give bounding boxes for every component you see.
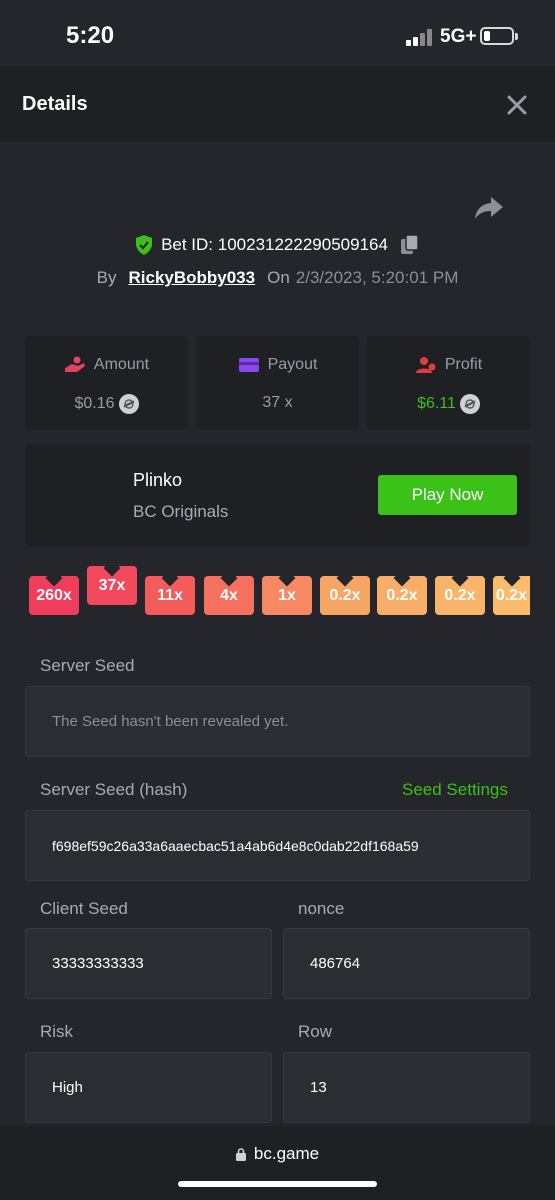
home-indicator[interactable]: [178, 1181, 377, 1187]
game-card: Plinko BC Originals Play Now: [25, 444, 530, 546]
multiplier-label: 0.2x: [386, 586, 418, 604]
server-seed-label: Server Seed: [40, 656, 135, 675]
by-label: By: [96, 268, 117, 287]
multiplier-chip: 0.2x: [435, 576, 485, 615]
amount-value: $0.16: [74, 395, 115, 412]
server-seed-hash-field[interactable]: f698ef59c26a33a6aaecbac51a4ab6d4e8c0dab2…: [25, 810, 530, 881]
multiplier-label: 1x: [278, 586, 296, 604]
game-name: Plinko: [133, 470, 183, 490]
multiplier-chip: 4x: [204, 576, 254, 615]
url-text: bc.game: [253, 1144, 320, 1163]
profit-value: $6.11: [417, 395, 456, 412]
amount-card: Amount $0.16: [25, 336, 188, 430]
multiplier-label: 0.2x: [329, 586, 361, 604]
multiplier-chip: 0.2x: [377, 576, 427, 615]
currency-coin-icon: [118, 394, 139, 414]
multiplier-label: 37x: [98, 576, 126, 594]
person-coin-icon: [415, 357, 436, 373]
payout-value: 37 x: [262, 394, 293, 411]
copy-icon[interactable]: [400, 234, 420, 256]
details-header: Details: [0, 66, 555, 142]
multiplier-chip: 11x: [145, 576, 195, 615]
row-label: Row: [298, 1022, 333, 1041]
risk-label: Risk: [40, 1022, 74, 1041]
status-bar: 5:20 5G+: [0, 0, 555, 66]
multiplier-chip: 0.2x: [320, 576, 370, 615]
page-title: Details: [22, 93, 88, 115]
browser-url-bar[interactable]: bc.game: [0, 1126, 555, 1200]
client-seed-field[interactable]: 33333333333: [25, 928, 272, 999]
multiplier-chip: 260x: [29, 576, 79, 615]
bet-id-row: Bet ID: 100231222290509164: [0, 234, 555, 260]
profit-card: Profit $6.11: [367, 336, 530, 430]
hand-coins-icon: [64, 356, 85, 372]
profit-label: Profit: [444, 356, 483, 373]
shield-check-icon: [136, 235, 153, 255]
card-icon: [238, 358, 259, 372]
client-seed-label: Client Seed: [40, 899, 128, 918]
bet-id: Bet ID: 100231222290509164: [161, 235, 388, 254]
status-time: 5:20: [66, 22, 115, 49]
bet-by-row: By RickyBobby033 On 2/3/2023, 5:20:01 PM: [0, 268, 555, 288]
payout-card: Payout 37 x: [196, 336, 359, 430]
nonce-field[interactable]: 486764: [283, 928, 530, 999]
network-label: 5G+: [440, 26, 477, 47]
share-icon[interactable]: [474, 195, 504, 221]
multiplier-label: 0.2x: [444, 586, 476, 604]
game-provider: BC Originals: [133, 502, 229, 521]
multiplier-label: 11x: [157, 586, 183, 604]
row-field[interactable]: 13: [283, 1052, 530, 1123]
seed-settings-link[interactable]: Seed Settings: [402, 780, 508, 800]
username-link[interactable]: RickyBobby033: [128, 268, 255, 287]
nonce-label: nonce: [298, 899, 345, 918]
battery-icon: [480, 27, 518, 45]
multiplier-chip: 1x: [262, 576, 312, 615]
amount-label: Amount: [93, 356, 150, 373]
currency-coin-icon: [459, 394, 480, 414]
bet-date: 2/3/2023, 5:20:01 PM: [295, 268, 459, 287]
multiplier-label: 0.2x: [495, 586, 528, 604]
play-now-button[interactable]: Play Now: [378, 475, 517, 515]
multiplier-chip: 37x: [87, 566, 137, 605]
payout-label: Payout: [267, 356, 318, 373]
server-seed-hash-label: Server Seed (hash): [40, 780, 188, 799]
multiplier-label: 260x: [36, 586, 72, 604]
multiplier-label: 4x: [220, 586, 238, 604]
signal-icon: [406, 28, 434, 46]
lock-icon: [235, 1147, 246, 1161]
close-icon[interactable]: [504, 92, 530, 118]
risk-field[interactable]: High: [25, 1052, 272, 1123]
server-seed-field: The Seed hasn't been revealed yet.: [25, 686, 530, 757]
on-label: On: [267, 268, 290, 287]
multiplier-chip: 0.2x: [493, 576, 530, 615]
